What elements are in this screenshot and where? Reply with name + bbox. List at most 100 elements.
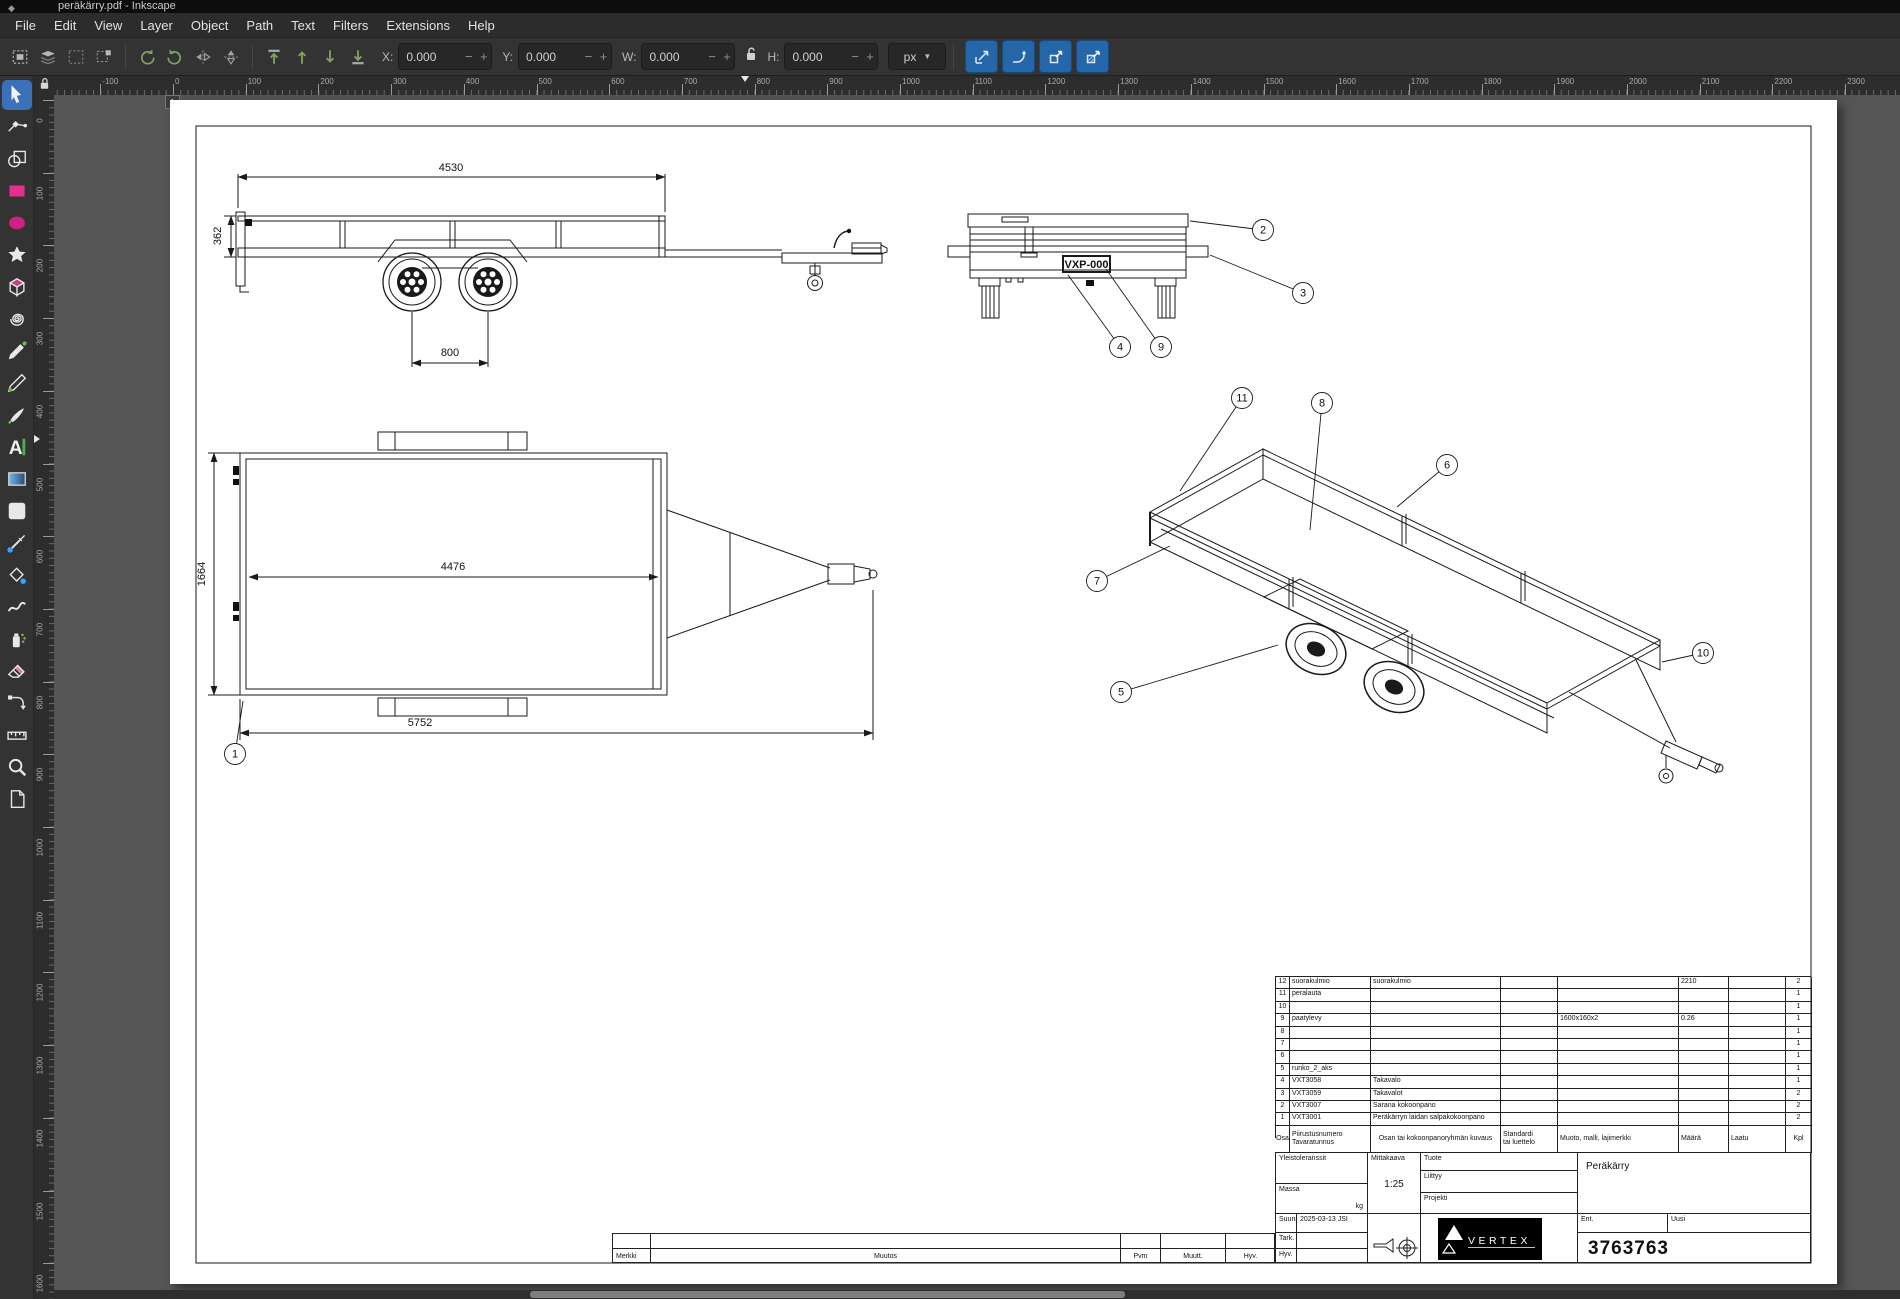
parts-cell — [1501, 1076, 1558, 1088]
h-input[interactable]: 0.000 − + — [784, 43, 878, 70]
parts-cell: 1 — [1786, 1051, 1812, 1063]
parts-cell: 11 — [1276, 989, 1290, 1001]
tool-text-icon[interactable]: A — [2, 432, 32, 462]
h-ruler-label: 1500 — [1266, 77, 1284, 86]
h-ruler-label: 0 — [175, 77, 179, 86]
menu-item-file[interactable]: File — [6, 18, 45, 33]
parts-cell: 1 — [1786, 1076, 1812, 1088]
parts-cell — [1679, 1064, 1729, 1076]
horizontal-scrollbar-thumb[interactable] — [530, 1291, 1125, 1298]
unit-dropdown[interactable]: px▼ — [888, 43, 946, 70]
y-input[interactable]: 0.000 − + — [518, 43, 612, 70]
lock-guides-icon[interactable] — [38, 77, 51, 95]
menu-item-help[interactable]: Help — [459, 18, 504, 33]
raise-to-top-icon[interactable] — [260, 43, 288, 71]
tool-ellipse-icon[interactable] — [2, 208, 32, 238]
flip-vertical-icon[interactable] — [217, 43, 245, 71]
tool-paint-bucket-icon[interactable] — [2, 560, 32, 590]
tool-zoom-icon[interactable] — [2, 752, 32, 782]
select-all-icon[interactable] — [6, 43, 34, 71]
tool-calligraphy-icon[interactable] — [2, 400, 32, 430]
w-plus-button[interactable]: + — [719, 49, 734, 64]
parts-cell: 0.26 — [1679, 1014, 1729, 1026]
tool-spiral-icon[interactable] — [2, 304, 32, 334]
h-ruler-label: 900 — [829, 77, 842, 86]
vertex-logo-cell: VERTEX — [1420, 1213, 1577, 1263]
horizontal-ruler[interactable]: -100010020030040050060070080090010001100… — [54, 76, 1900, 96]
menu-item-path[interactable]: Path — [237, 18, 282, 33]
tool-spray-icon[interactable] — [2, 624, 32, 654]
canvas[interactable]: 1 4530 — [54, 95, 1900, 1299]
rear-view: VXP-000 — [948, 214, 1208, 318]
parts-cell: Peräkärryn laidan salpakokoonpano — [1371, 1113, 1501, 1125]
tool-pages-icon[interactable] — [2, 784, 32, 814]
rotate-cw-icon[interactable] — [161, 43, 189, 71]
h-minus-button[interactable]: − — [847, 49, 862, 64]
x-plus-button[interactable]: + — [476, 49, 491, 64]
tool-pencil-icon[interactable] — [2, 368, 32, 398]
y-minus-button[interactable]: − — [581, 49, 596, 64]
selection-box-icon[interactable] — [90, 43, 118, 71]
menu-item-view[interactable]: View — [85, 18, 131, 33]
tool-box-3d-icon[interactable] — [2, 272, 32, 302]
lower-to-bottom-icon[interactable] — [344, 43, 372, 71]
select-all-layers-icon[interactable] — [34, 43, 62, 71]
v-ruler-label: 200 — [36, 252, 45, 280]
raise-icon[interactable] — [288, 43, 316, 71]
h-ruler-label: 700 — [684, 77, 697, 86]
h-plus-button[interactable]: + — [862, 49, 877, 64]
vertical-ruler[interactable]: 0100200300400500600700800900100011001200… — [34, 95, 55, 1299]
tool-node-editor-icon[interactable] — [2, 112, 32, 142]
scale-stroke-toggle[interactable] — [965, 40, 998, 73]
tool-shape-builder-icon[interactable] — [2, 144, 32, 174]
tool-tweak-icon[interactable] — [2, 592, 32, 622]
parts-header: Osan tai kokoonpanoryhmän kuvaus — [1371, 1126, 1501, 1153]
tool-star-icon[interactable] — [2, 240, 32, 270]
deselect-icon[interactable] — [62, 43, 90, 71]
h-ruler-label: 200 — [320, 77, 333, 86]
menu-item-extensions[interactable]: Extensions — [377, 18, 459, 33]
tool-pen-icon[interactable] — [2, 336, 32, 366]
lower-icon[interactable] — [316, 43, 344, 71]
x-minus-button[interactable]: − — [461, 49, 476, 64]
w-input[interactable]: 0.000 − + — [641, 43, 735, 70]
h-ruler-label: 1300 — [1120, 77, 1138, 86]
h-ruler-label: 500 — [539, 77, 552, 86]
scale-pattern-toggle[interactable] — [1076, 40, 1109, 73]
tool-mesh-gradient-icon[interactable] — [2, 496, 32, 526]
tool-dropper-icon[interactable] — [2, 528, 32, 558]
parts-cell — [1679, 1089, 1729, 1101]
lock-ratio-icon[interactable] — [743, 46, 759, 67]
scale-gradient-toggle[interactable] — [1039, 40, 1072, 73]
v-ruler-label: 1300 — [36, 1052, 45, 1080]
menu-item-object[interactable]: Object — [182, 18, 238, 33]
flip-horizontal-icon[interactable] — [189, 43, 217, 71]
document-page[interactable]: 4530 — [170, 100, 1837, 1284]
rotate-ccw-icon[interactable] — [133, 43, 161, 71]
w-minus-button[interactable]: − — [704, 49, 719, 64]
parts-cell — [1558, 977, 1679, 989]
parts-cell — [1558, 1101, 1679, 1113]
parts-cell — [1729, 1014, 1786, 1026]
menu-item-edit[interactable]: Edit — [45, 18, 85, 33]
h-ruler-label: 1400 — [1193, 77, 1211, 86]
tool-selector-icon[interactable] — [2, 80, 32, 110]
menu-item-text[interactable]: Text — [282, 18, 324, 33]
x-input[interactable]: 0.000 − + — [398, 43, 492, 70]
parts-table: 12suorakulmiosuorakulmio2210211peralauta… — [1275, 976, 1811, 1138]
parts-cell: 12 — [1276, 977, 1290, 989]
parts-cell — [1729, 1002, 1786, 1014]
y-plus-button[interactable]: + — [596, 49, 611, 64]
tool-gradient-icon[interactable] — [2, 464, 32, 494]
tool-connector-icon[interactable] — [2, 688, 32, 718]
menu-item-filters[interactable]: Filters — [324, 18, 377, 33]
parts-cell: 2 — [1786, 977, 1812, 989]
horizontal-scrollbar[interactable] — [54, 1290, 1900, 1299]
tool-eraser-icon[interactable] — [2, 656, 32, 686]
scale-corners-toggle[interactable] — [1002, 40, 1035, 73]
parts-cell — [1558, 1039, 1679, 1051]
tool-rectangle-icon[interactable] — [2, 176, 32, 206]
app-icon: ◆ — [8, 1, 15, 13]
tool-measure-icon[interactable] — [2, 720, 32, 750]
menu-item-layer[interactable]: Layer — [131, 18, 182, 33]
